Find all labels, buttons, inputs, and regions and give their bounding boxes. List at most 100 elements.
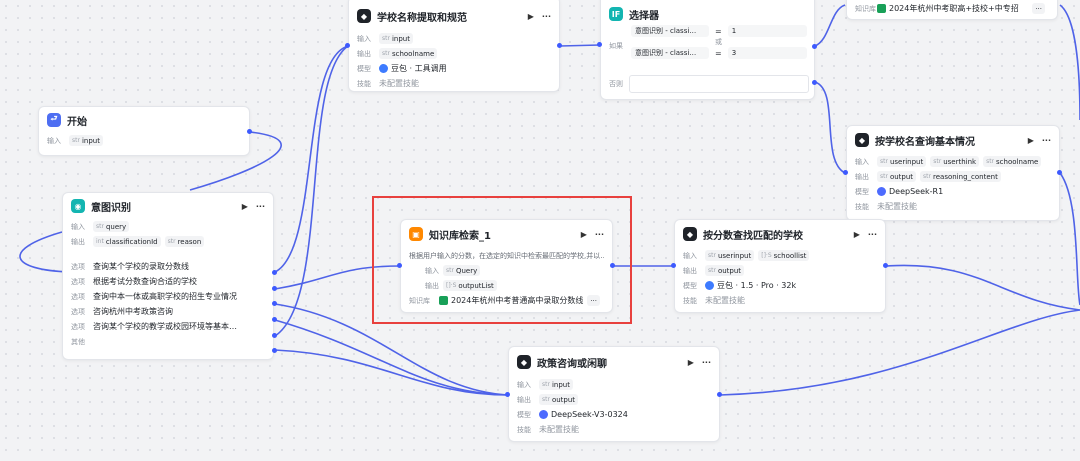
port-option-4[interactable]	[272, 317, 277, 322]
node-top-partial[interactable]: 知识库 2024年杭州中考职高+技校+中专招 ···	[846, 0, 1058, 20]
run-icon[interactable]: ▶	[1028, 136, 1034, 145]
selection-highlight	[372, 196, 632, 324]
port-other[interactable]	[272, 348, 277, 353]
port-policy-in[interactable]	[505, 392, 510, 397]
other-label: 其他	[71, 337, 85, 346]
kb-label: 知识库	[855, 4, 876, 13]
port-score-out[interactable]	[883, 263, 888, 268]
port-start-out[interactable]	[247, 129, 252, 134]
port-selector-else[interactable]	[812, 80, 817, 85]
llm-icon: ◆	[683, 227, 697, 241]
condition-variable[interactable]: 意图识别 - classi…	[631, 25, 709, 37]
port-extract-in[interactable]	[345, 43, 350, 48]
node-score-match[interactable]: ◆ 按分数查找匹配的学校 ▶ ··· 输入 str userinput []·S s…	[674, 219, 886, 313]
output-var: str output	[539, 394, 579, 405]
output-var: str schoolname	[379, 48, 438, 59]
input-label: 输入	[855, 157, 869, 166]
node-title: 政策咨询或闲聊	[537, 358, 607, 370]
port-option-3[interactable]	[272, 301, 277, 306]
condition-value[interactable]: 3	[727, 47, 807, 59]
node-policy[interactable]: ◆ 政策咨询或闲聊 ▶ ··· 输入 str input 输出 str output…	[508, 346, 720, 442]
model-label: 模型	[683, 281, 697, 290]
skill-label: 技能	[357, 79, 371, 88]
kb-icon	[877, 4, 886, 13]
edge-score-out	[885, 264, 1080, 311]
input-var: str input	[69, 135, 103, 146]
input-label: 输入	[71, 222, 85, 231]
input-label: 输入	[683, 251, 697, 260]
else-label: 否则	[609, 80, 623, 88]
edge-opt4-policy	[274, 319, 509, 396]
node-start[interactable]: ⮐ 开始 输入 str input	[38, 106, 250, 156]
node-selector[interactable]: IF 选择器 如果 意图识别 - classi… = 1 或 意图识别 - cl…	[600, 0, 815, 100]
more-icon[interactable]: ···	[256, 202, 265, 211]
port-kb-out[interactable]	[610, 263, 615, 268]
more-icon[interactable]: ···	[868, 230, 877, 239]
run-icon[interactable]: ▶	[242, 202, 248, 211]
port-kb-in[interactable]	[397, 263, 402, 268]
more-icon[interactable]: ···	[702, 358, 711, 367]
port-extract-out[interactable]	[557, 43, 562, 48]
port-option-2[interactable]	[272, 286, 277, 291]
if-label: 如果	[609, 42, 623, 50]
more-icon[interactable]: ···	[542, 12, 551, 21]
edge-policy-out	[719, 309, 1080, 396]
llm-icon: ◆	[517, 355, 531, 369]
option-text: 咨询杭州中考政策咨询	[93, 307, 173, 316]
port-selector-if[interactable]	[812, 44, 817, 49]
output-var: str output	[877, 171, 917, 182]
output-label: 输出	[683, 266, 697, 275]
node-title: 学校名称提取和规范	[377, 12, 467, 24]
input-var: str userthink	[930, 156, 980, 167]
skill-label: 技能	[855, 202, 869, 211]
more-button[interactable]: ···	[1032, 3, 1045, 14]
condition-value[interactable]: 1	[727, 25, 807, 37]
condition-variable[interactable]: 意图识别 - classi…	[631, 47, 709, 59]
input-label: 输入	[357, 34, 371, 43]
input-var: str input	[539, 379, 573, 390]
node-basic-info[interactable]: ◆ 按学校名查询基本情况 ▶ ··· 输入 str userinput str us…	[846, 125, 1060, 221]
model-name: 豆包 · 工具调用	[391, 64, 447, 73]
edge-extract-selector	[559, 44, 601, 47]
skill-label: 技能	[517, 425, 531, 434]
input-var: str userinput	[877, 156, 927, 167]
skill-value: 未配置技能	[539, 425, 579, 434]
option-text: 咨询某个学校的教学或校园环境等基本…	[93, 322, 237, 331]
port-basic-in[interactable]	[843, 170, 848, 175]
run-icon[interactable]: ▶	[688, 358, 694, 367]
edge-opt1-extract	[274, 45, 349, 273]
start-icon: ⮐	[47, 113, 61, 127]
intent-icon: ◉	[71, 199, 85, 213]
edge-basic-out	[1059, 172, 1080, 306]
model-name: 豆包 · 1.5 · Pro · 32k	[717, 281, 797, 290]
run-icon[interactable]: ▶	[528, 12, 534, 21]
port-option-5[interactable]	[272, 333, 277, 338]
more-icon[interactable]: ···	[1042, 136, 1051, 145]
output-label: 输出	[855, 172, 869, 181]
input-var: str userinput	[705, 250, 755, 261]
port-basic-out[interactable]	[1057, 170, 1062, 175]
model-icon	[705, 281, 714, 290]
port-policy-out[interactable]	[717, 392, 722, 397]
run-icon[interactable]: ▶	[854, 230, 860, 239]
port-score-in[interactable]	[671, 263, 676, 268]
or-label: 或	[715, 38, 722, 46]
port-selector-in[interactable]	[597, 42, 602, 47]
input-var: str schoolname	[983, 156, 1042, 167]
node-extract[interactable]: ◆ 学校名称提取和规范 ▶ ··· 输入 str input 输出 str scho…	[348, 0, 560, 92]
option-label: 选项	[71, 307, 85, 316]
input-var: []·S schoollist	[758, 250, 810, 261]
condition-operator: =	[715, 26, 722, 36]
edge-topright-out	[1059, 4, 1080, 121]
model-name: DeepSeek-R1	[889, 187, 944, 196]
output-var: str reason	[164, 236, 205, 247]
input-label: 输入	[47, 136, 61, 145]
model-label: 模型	[855, 187, 869, 196]
edge-selector-basic	[814, 81, 846, 174]
skill-value: 未配置技能	[705, 296, 745, 305]
if-icon: IF	[609, 7, 623, 21]
node-intent[interactable]: ◉ 意图识别 ▶ ··· 输入 str query 输出 int classific…	[62, 192, 274, 360]
input-var: str query	[93, 221, 130, 232]
port-option-1[interactable]	[272, 270, 277, 275]
model-icon	[539, 410, 548, 419]
